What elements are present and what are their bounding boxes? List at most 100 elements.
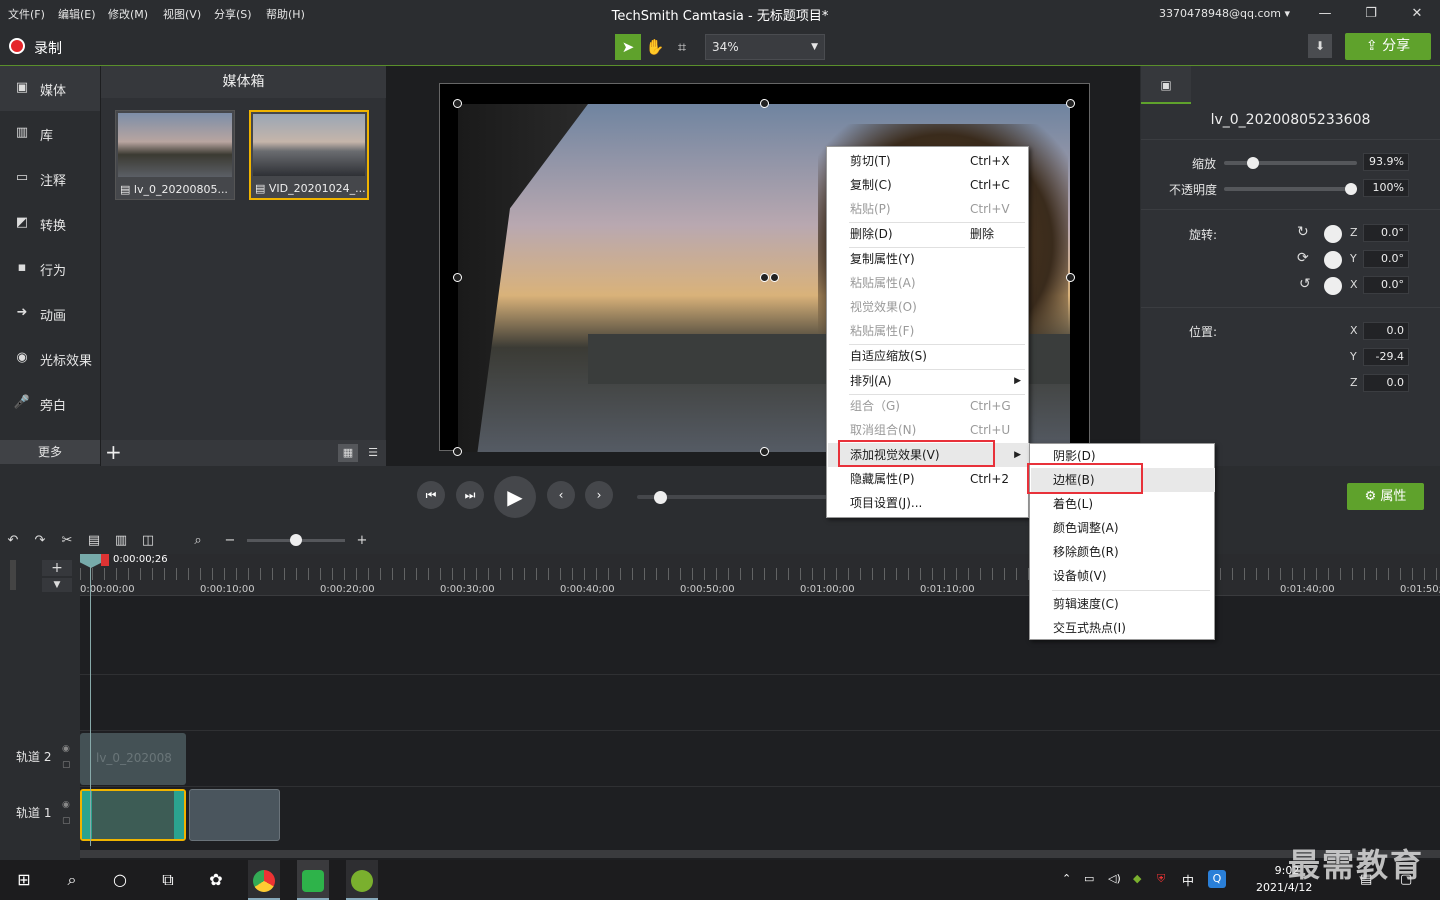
- add-media-icon[interactable]: +: [105, 440, 122, 464]
- split-icon[interactable]: ◫: [138, 532, 158, 550]
- crop-tool-icon[interactable]: ⌗: [669, 34, 695, 60]
- menu-item-paste[interactable]: 粘贴(P) Ctrl+V: [828, 197, 1029, 221]
- menu-edit[interactable]: 编辑(E): [58, 6, 96, 22]
- volume-icon[interactable]: ◁): [1108, 872, 1121, 885]
- list-view-icon[interactable]: ☰: [363, 444, 383, 462]
- rotation-z-value[interactable]: 0.0°: [1363, 224, 1409, 242]
- submenu-item-remove-color[interactable]: 移除颜色(R): [1031, 540, 1215, 564]
- add-track-icon[interactable]: +: [42, 560, 72, 576]
- restore-button[interactable]: ❐: [1356, 4, 1386, 24]
- sidebar-item-voice-narration[interactable]: 🎤 旁白: [0, 381, 100, 426]
- rotate-x-dial[interactable]: [1324, 277, 1342, 295]
- opacity-value[interactable]: 100%: [1363, 179, 1409, 197]
- nvidia-icon[interactable]: ◆: [1133, 872, 1141, 885]
- search-icon[interactable]: ⌕: [56, 866, 88, 894]
- minimize-button[interactable]: —: [1310, 4, 1340, 24]
- windows-start-icon[interactable]: ⊞: [8, 866, 40, 894]
- next-icon[interactable]: ›: [585, 481, 613, 509]
- chrome-icon[interactable]: [248, 860, 280, 900]
- timeline-zoom-knob[interactable]: [290, 534, 302, 546]
- qq-icon[interactable]: Q: [1208, 870, 1226, 888]
- step-back-icon[interactable]: ⏮: [417, 481, 445, 509]
- eye-icon[interactable]: ◉: [62, 744, 70, 754]
- opacity-slider-knob[interactable]: [1345, 183, 1357, 195]
- submenu-item-device-frame[interactable]: 设备帧(V): [1031, 564, 1215, 588]
- submenu-item-border[interactable]: 边框(B): [1031, 468, 1215, 492]
- menu-item-fit-scale[interactable]: 自适应缩放(S): [828, 344, 1029, 368]
- sidebar-item-behaviors[interactable]: ▪ 行为: [0, 246, 100, 291]
- menu-item-hide-properties[interactable]: 隐藏属性(P) Ctrl+2: [828, 467, 1029, 491]
- camtasia-icon[interactable]: [297, 860, 329, 900]
- resize-handle[interactable]: [760, 99, 769, 108]
- account-menu[interactable]: 3370478948@qq.com ▾: [1159, 7, 1290, 20]
- track-1-name[interactable]: 轨道 1: [16, 804, 51, 821]
- menu-share[interactable]: 分享(S): [214, 6, 252, 22]
- sidebar-item-cursor-effects[interactable]: ◉ 光标效果: [0, 336, 100, 381]
- menu-item-group[interactable]: 组合（G) Ctrl+G: [828, 394, 1029, 418]
- position-y-value[interactable]: -29.4: [1363, 348, 1409, 366]
- menu-item-cut[interactable]: 剪切(T) Ctrl+X: [828, 149, 1029, 173]
- sidebar-item-library[interactable]: ▥ 库: [0, 111, 100, 156]
- menu-file[interactable]: 文件(F): [8, 6, 45, 22]
- redo-icon[interactable]: ↷: [30, 532, 50, 550]
- download-icon[interactable]: ⬇: [1308, 34, 1332, 58]
- timeline-scrollbar[interactable]: [80, 850, 1440, 858]
- play-icon[interactable]: ▶: [494, 476, 536, 518]
- menu-item-ungroup[interactable]: 取消组合(N) Ctrl+U: [828, 418, 1029, 442]
- grid-view-icon[interactable]: ▦: [338, 444, 358, 462]
- sidebar-item-media[interactable]: ▣ 媒体: [0, 66, 100, 111]
- track-row-1[interactable]: [80, 786, 1440, 842]
- cut-icon[interactable]: ✂: [57, 532, 77, 550]
- tray-chevron-icon[interactable]: ⌃: [1062, 872, 1071, 885]
- properties-button[interactable]: ⚙ 属性: [1347, 483, 1424, 510]
- media-item[interactable]: ▤ VID_20201024_...: [249, 110, 369, 200]
- app-icon[interactable]: ✿: [200, 866, 232, 894]
- rotate-handle[interactable]: [770, 273, 779, 282]
- scale-slider[interactable]: [1224, 161, 1357, 165]
- rotation-y-value[interactable]: 0.0°: [1363, 250, 1409, 268]
- clip[interactable]: lv_0_202008: [80, 733, 186, 785]
- search-icon[interactable]: ⌕: [188, 532, 208, 550]
- zoom-select[interactable]: 34% ▼: [705, 34, 825, 60]
- paste-icon[interactable]: ▥: [111, 532, 131, 550]
- resize-handle[interactable]: [1066, 273, 1075, 282]
- share-button[interactable]: ⇪ 分享: [1345, 33, 1431, 60]
- ime-indicator[interactable]: 中: [1182, 872, 1194, 889]
- sidebar-item-animations[interactable]: ➜ 动画: [0, 291, 100, 336]
- resize-handle[interactable]: [453, 99, 462, 108]
- submenu-item-colorize[interactable]: 着色(L): [1031, 492, 1215, 516]
- resize-handle[interactable]: [760, 447, 769, 456]
- sidebar-item-annotations[interactable]: ▭ 注释: [0, 156, 100, 201]
- menu-modify[interactable]: 修改(M): [108, 6, 148, 22]
- resize-handle[interactable]: [453, 447, 462, 456]
- zoom-out-icon[interactable]: −: [220, 532, 240, 550]
- media-item[interactable]: ▤ lv_0_20200805...: [115, 110, 235, 200]
- resize-handle[interactable]: [1066, 99, 1075, 108]
- menu-view[interactable]: 视图(V): [163, 6, 201, 22]
- menu-item-add-visual-effect[interactable]: 添加视觉效果(V) ▶: [828, 443, 1029, 467]
- more-button[interactable]: 更多: [0, 440, 100, 464]
- menu-item-copy[interactable]: 复制(C) Ctrl+C: [828, 173, 1029, 197]
- close-button[interactable]: ✕: [1402, 4, 1432, 24]
- lock-icon[interactable]: ▢: [62, 816, 71, 826]
- scale-slider-knob[interactable]: [1246, 157, 1259, 169]
- track-2-name[interactable]: 轨道 2: [16, 748, 51, 765]
- pan-tool-icon[interactable]: ✋: [642, 34, 668, 60]
- previous-icon[interactable]: ‹: [547, 481, 575, 509]
- cortana-icon[interactable]: ○: [104, 866, 136, 894]
- step-forward-icon[interactable]: ⏭: [456, 481, 484, 509]
- undo-icon[interactable]: ↶: [3, 532, 23, 550]
- menu-item-arrange[interactable]: 排列(A) ▶: [828, 369, 1029, 393]
- record-button[interactable]: 录制: [34, 38, 62, 58]
- rotate-z-dial[interactable]: [1324, 225, 1342, 243]
- menu-item-paste-properties[interactable]: 粘贴属性(A): [828, 271, 1029, 295]
- selected-clip[interactable]: [80, 789, 186, 841]
- position-z-value[interactable]: 0.0: [1363, 374, 1409, 392]
- submenu-item-shadow[interactable]: 阴影(D): [1031, 444, 1215, 468]
- lock-icon[interactable]: ▢: [62, 760, 71, 770]
- opacity-slider[interactable]: [1224, 187, 1357, 191]
- zoom-in-icon[interactable]: +: [352, 532, 372, 550]
- chevron-down-icon[interactable]: ▼: [42, 578, 72, 592]
- app-icon-green[interactable]: [346, 860, 378, 900]
- menu-item-paste-properties-f[interactable]: 粘贴属性(F): [828, 319, 1029, 343]
